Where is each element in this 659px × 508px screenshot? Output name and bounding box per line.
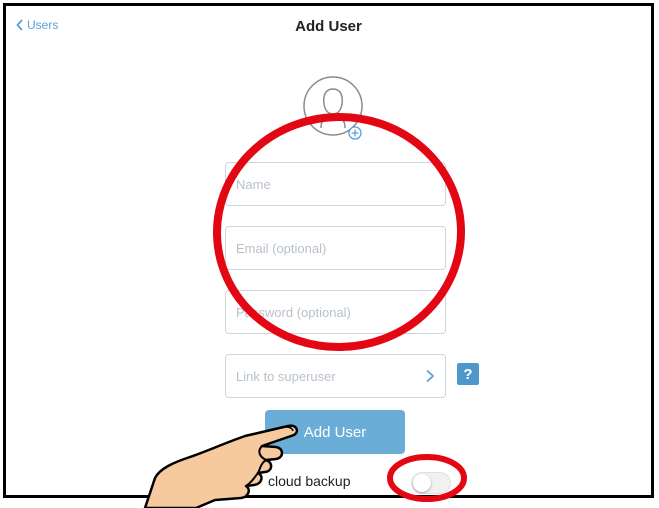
name-input[interactable]	[226, 176, 445, 192]
add-user-button[interactable]: Add User	[265, 410, 405, 454]
toggle-knob	[413, 474, 431, 492]
cloud-backup-toggle[interactable]	[411, 472, 451, 494]
cloud-backup-label: cloud backup	[268, 473, 351, 489]
user-avatar-icon	[320, 88, 346, 129]
password-input[interactable]	[226, 304, 445, 320]
help-button[interactable]: ?	[457, 363, 479, 385]
link-superuser-label: Link to superuser	[236, 368, 336, 384]
link-superuser-button[interactable]: Link to superuser	[225, 354, 446, 398]
plus-circle-icon	[348, 126, 362, 140]
app-window: Users Add User Link to superuser ? Add U…	[3, 3, 654, 498]
password-field[interactable]	[225, 290, 446, 334]
name-field[interactable]	[225, 162, 446, 206]
email-field[interactable]	[225, 226, 446, 270]
chevron-right-icon	[426, 369, 435, 383]
page-title: Add User	[295, 18, 362, 35]
avatar[interactable]	[303, 76, 369, 142]
email-input[interactable]	[226, 240, 445, 256]
